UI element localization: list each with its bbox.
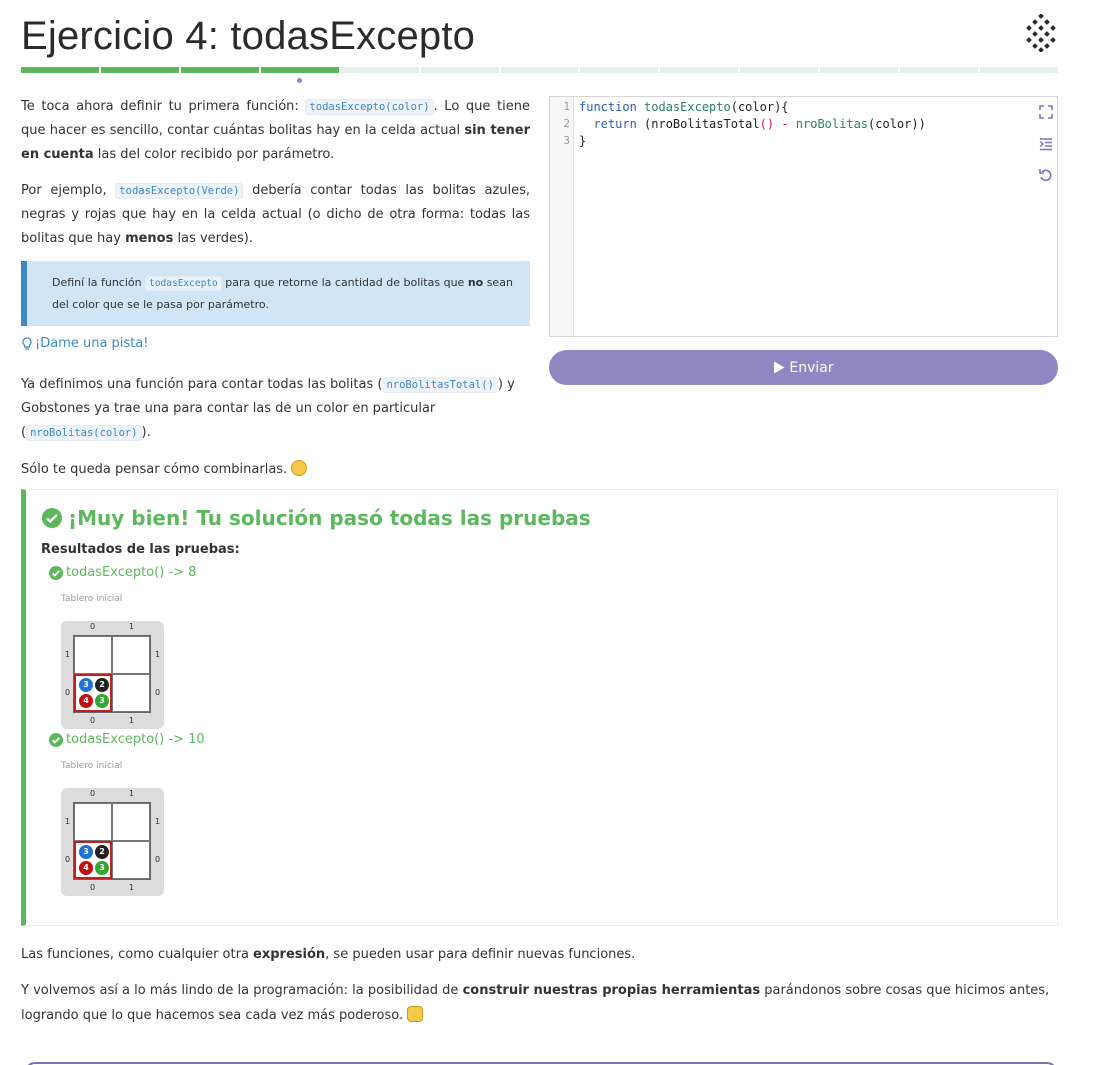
gobstones-board: 0 1 0 1 1 0 1 0 3 2 4 3 [61, 621, 164, 729]
board-cell [112, 803, 150, 841]
code-editor[interactable]: 1 2 3 function todasExcepto(color){ retu… [549, 96, 1058, 337]
lightbulb-icon [22, 336, 32, 350]
board-cell [74, 636, 112, 674]
board-cell-current: 3 2 4 3 [74, 841, 112, 879]
page-title: Ejercicio 4: todasExcepto [21, 14, 476, 58]
check-circle-icon [49, 732, 63, 747]
check-circle-icon [49, 565, 63, 580]
blue-ball: 3 [79, 845, 93, 859]
test-result: todasExcepto() -> 10 [49, 732, 205, 747]
hint-toggle[interactable]: ¡Dame una pista! [21, 336, 148, 351]
black-ball: 2 [95, 678, 109, 692]
green-ball: 3 [95, 861, 109, 875]
board-grid: 3 2 4 3 [73, 635, 151, 713]
flexed-biceps-emoji-icon [407, 1006, 424, 1022]
progress-segment[interactable] [340, 67, 419, 73]
description-paragraph: Por ejemplo, todasExcepto(Verde) debería… [21, 183, 530, 246]
description-paragraph: Te toca ahora definir tu primera función… [21, 99, 530, 162]
red-ball: 4 [79, 861, 93, 875]
line-number: 1 [563, 100, 570, 113]
green-ball: 3 [95, 694, 109, 708]
inline-code: todasExcepto(Verde) [115, 183, 244, 199]
progress-segment[interactable] [260, 67, 339, 73]
inline-code: todasExcepto(color) [305, 99, 434, 115]
hint-paragraph: Ya definimos una función para contar tod… [21, 377, 515, 441]
line-number-gutter: 1 2 3 [550, 97, 574, 336]
progress-segment[interactable] [580, 67, 659, 73]
inline-code: todasExcepto [145, 276, 222, 291]
board-cell [112, 841, 150, 879]
inline-code: nroBolitas(color) [26, 425, 142, 441]
progress-segment[interactable] [660, 67, 739, 73]
exercise-description: Te toca ahora definir tu primera función… [21, 95, 530, 263]
board-cell-current: 3 2 4 3 [74, 674, 112, 712]
corollary-paragraph: Y volvemos así a lo más lindo de la prog… [21, 983, 1050, 1023]
board-cell [112, 636, 150, 674]
board-grid: 3 2 4 3 [73, 802, 151, 880]
hint-paragraph: Sólo te queda pensar cómo combinarlas. [21, 458, 541, 482]
board-cell [112, 674, 150, 712]
gobstones-board: 0 1 0 1 1 0 1 0 3 2 4 3 [61, 788, 164, 896]
corollary-paragraph: Las funciones, como cualquier otra expre… [21, 947, 636, 962]
submit-label: Enviar [789, 359, 834, 376]
board-label: Tablero inicial [61, 761, 123, 771]
progress-segment[interactable] [500, 67, 579, 73]
progress-segment[interactable] [21, 67, 99, 73]
board-label: Tablero inicial [61, 594, 123, 604]
play-icon [774, 361, 785, 374]
inline-code: nroBolitasTotal() [382, 377, 498, 393]
check-circle-icon [42, 508, 62, 528]
gobstones-logo-icon[interactable] [1024, 13, 1060, 53]
exercise-progress-bar [21, 67, 1058, 75]
black-ball: 2 [95, 845, 109, 859]
progress-segment[interactable] [900, 67, 979, 73]
progress-segment[interactable] [980, 67, 1058, 73]
indent-icon[interactable] [1038, 136, 1054, 152]
blue-ball: 3 [79, 678, 93, 692]
progress-segment[interactable] [740, 67, 819, 73]
corollary-text: Las funciones, como cualquier otra expre… [21, 942, 1061, 1039]
progress-segment[interactable] [820, 67, 899, 73]
test-result: todasExcepto() -> 8 [49, 565, 196, 580]
undo-icon[interactable] [1038, 167, 1054, 183]
code-content[interactable]: function todasExcepto(color){ return (nr… [579, 99, 926, 150]
submit-button[interactable]: Enviar [549, 350, 1058, 385]
progress-segment[interactable] [180, 67, 259, 73]
task-callout: Definí la función todasExcepto para que … [21, 261, 530, 326]
hint-label: ¡Dame una pista! [35, 336, 149, 351]
results-subtitle: Resultados de las pruebas: [41, 542, 240, 557]
hint-content: Ya definimos una función para contar tod… [21, 373, 541, 495]
line-number: 2 [563, 117, 570, 130]
progress-segment[interactable] [420, 67, 499, 73]
board-cell [74, 803, 112, 841]
red-ball: 4 [79, 694, 93, 708]
current-exercise-marker [297, 78, 302, 83]
wink-emoji-icon [291, 460, 308, 476]
results-title: ¡Muy bien! Tu solución pasó todas las pr… [42, 506, 591, 530]
expand-icon[interactable] [1038, 104, 1054, 120]
progress-segment[interactable] [100, 67, 179, 73]
line-number: 3 [563, 134, 570, 147]
test-results-panel: ¡Muy bien! Tu solución pasó todas las pr… [21, 489, 1058, 926]
